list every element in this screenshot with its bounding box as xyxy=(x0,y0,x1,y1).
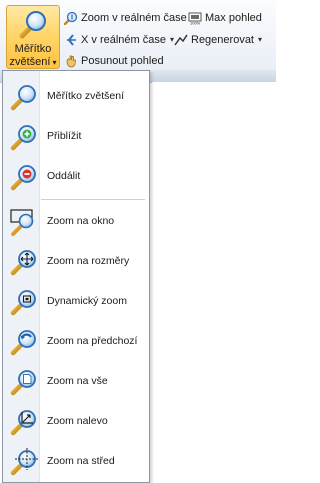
menu-item-label: Měřítko zvětšení xyxy=(47,90,125,102)
menu-item-zoom-extents[interactable]: Zoom na rozměry xyxy=(3,242,149,282)
regenerate-label: Regenerovat xyxy=(191,34,254,46)
zoom-scale-label-line1: Měřítko xyxy=(14,43,52,55)
zoom-dropdown-menu: Měřítko zvětšení Přiblížit Oddálit Zoom … xyxy=(2,70,150,483)
menu-item-zoom-window[interactable]: Zoom na okno xyxy=(3,202,149,242)
zoom-scale-button[interactable]: Měřítko zvětšení ▾ xyxy=(6,5,60,69)
magnifier-icon xyxy=(10,85,36,111)
zoom-realtime-icon xyxy=(64,11,78,25)
realtime-x-button[interactable]: X v reálném čase ▾ xyxy=(64,32,174,48)
menu-item-zoom-center[interactable]: Zoom na střed xyxy=(3,442,149,482)
magnifier-zoom-icon xyxy=(19,11,46,39)
menu-item-zoom-in[interactable]: Přiblížit xyxy=(3,117,149,157)
menu-item-zoom-previous[interactable]: Zoom na předchozí xyxy=(3,322,149,362)
regenerate-button[interactable]: Regenerovat ▾ xyxy=(174,32,262,48)
zoom-center-icon xyxy=(10,448,38,476)
max-view-icon: 100% xyxy=(188,12,202,26)
menu-item-zoom-dynamic[interactable]: Dynamický zoom xyxy=(3,282,149,322)
menu-item-label: Dynamický zoom xyxy=(47,295,127,307)
menu-item-zoom-out[interactable]: Oddálit xyxy=(3,157,149,197)
realtime-x-label: X v reálném čase xyxy=(81,34,166,46)
menu-item-label: Zoom na vše xyxy=(47,375,108,387)
max-view-button[interactable]: 100% Max pohled xyxy=(188,10,262,26)
realtime-zoom-label: Zoom v reálném čase xyxy=(81,12,187,24)
pan-button[interactable]: Posunout pohled xyxy=(64,53,164,69)
x-realtime-icon xyxy=(67,34,76,46)
regenerate-icon xyxy=(174,34,188,46)
zoom-scale-label-line2: zvětšení ▾ xyxy=(9,56,57,68)
zoom-all-icon xyxy=(10,370,36,396)
pan-hand-icon xyxy=(66,55,76,68)
svg-text:100%: 100% xyxy=(190,21,201,26)
menu-separator xyxy=(41,199,145,200)
menu-item-label: Oddálit xyxy=(47,170,81,182)
zoom-previous-icon xyxy=(10,330,36,356)
menu-item-zoom-scale[interactable]: Měřítko zvětšení xyxy=(3,77,149,117)
menu-item-zoom-left[interactable]: Zoom nalevo xyxy=(3,402,149,442)
zoom-extents-icon xyxy=(10,250,36,276)
zoom-out-icon xyxy=(10,165,36,191)
max-view-label: Max pohled xyxy=(205,12,262,24)
menu-item-label: Zoom nalevo xyxy=(47,415,108,427)
zoom-dynamic-icon xyxy=(10,290,36,316)
zoom-window-icon xyxy=(10,209,34,236)
zoom-left-icon xyxy=(10,410,36,436)
menu-item-label: Zoom na předchozí xyxy=(47,335,138,347)
pan-label: Posunout pohled xyxy=(81,55,164,67)
drawing-area xyxy=(152,82,276,483)
menu-item-label: Zoom na rozměry xyxy=(47,255,130,267)
chevron-down-icon: ▾ xyxy=(258,35,263,44)
chevron-down-icon: ▾ xyxy=(52,58,57,67)
menu-item-label: Přiblížit xyxy=(47,130,82,142)
menu-item-label: Zoom na okno xyxy=(47,215,115,227)
zoom-in-icon xyxy=(10,125,36,151)
menu-item-zoom-all[interactable]: Zoom na vše xyxy=(3,362,149,402)
realtime-zoom-button[interactable]: Zoom v reálném čase ▾ xyxy=(64,10,195,26)
menu-item-label: Zoom na střed xyxy=(47,455,115,467)
